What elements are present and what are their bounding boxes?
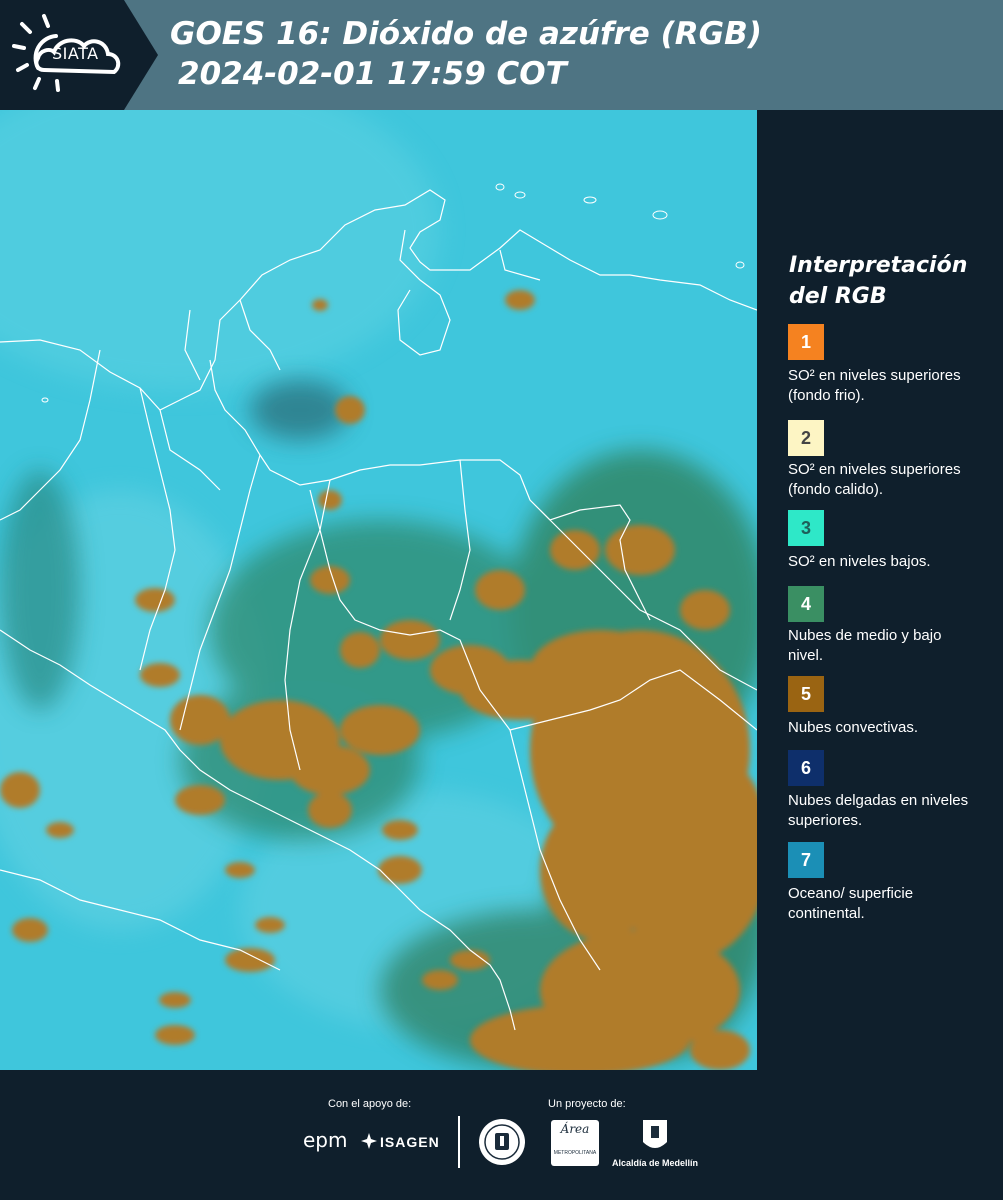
legend-label: Oceano/ superficie continental.	[788, 885, 914, 922]
legend-label: SO² en niveles superiores (fondo calido)…	[788, 461, 961, 498]
legend-label: Nubes convectivas.	[788, 719, 919, 736]
page-title: GOES 16: Dióxido de azúfre (RGB)	[170, 16, 762, 52]
epm-logo[interactable]: epm	[303, 1128, 347, 1152]
area-metropolitana-subtext: METROPOLITANA	[553, 1150, 597, 1156]
legend-swatch: 6	[788, 750, 824, 786]
legend-swatch: 4	[788, 586, 824, 622]
medellin-seal-icon[interactable]	[478, 1118, 526, 1166]
legend-label: Nubes delgadas en niveles superiores.	[788, 792, 969, 829]
legend-title-line2: del RGB	[789, 284, 887, 309]
logo-text: SIATA	[52, 44, 99, 63]
legend-swatch: 1	[788, 324, 824, 360]
alcaldia-text: Alcaldía de Medellín	[612, 1158, 699, 1168]
legend-number: 6	[800, 757, 811, 778]
footer: Con el apoyo de: Un proyecto de: epm ISA…	[0, 1070, 1003, 1200]
legend-number: 1	[800, 331, 811, 352]
legend-swatch: 5	[788, 676, 824, 712]
legend-number: 4	[800, 593, 811, 614]
legend-swatch: 2	[788, 420, 824, 456]
project-label: Un proyecto de:	[548, 1098, 626, 1110]
area-metropolitana-text: Área	[560, 1122, 590, 1136]
legend-number: 5	[800, 683, 811, 704]
page-timestamp: 2024-02-01 17:59 COT	[178, 56, 567, 92]
isagen-logo[interactable]: ISAGEN	[380, 1134, 440, 1150]
siata-logo[interactable]: SIATA	[0, 0, 158, 110]
legend-number: 3	[800, 517, 811, 538]
legend-label: Nubes de medio y bajo nivel.	[788, 627, 942, 664]
legend-number: 7	[800, 849, 811, 870]
legend-number: 2	[800, 427, 811, 448]
legend-label: SO² en niveles superiores (fondo frio).	[788, 367, 961, 404]
header-bar: SIATA GOES 16: Dióxido de azúfre (RGB) 2…	[0, 0, 1003, 110]
satellite-map[interactable]	[0, 110, 757, 1070]
satellite-rgb-image	[0, 110, 757, 1070]
legend-swatch: 7	[788, 842, 824, 878]
support-label: Con el apoyo de:	[328, 1098, 412, 1110]
legend-title: Interpretación del RGB	[789, 250, 989, 312]
alcaldia-shield-icon[interactable]	[641, 1118, 669, 1154]
legend-panel: Interpretación del RGB 1 SO² en niveles …	[757, 110, 1003, 1070]
isagen-icon	[361, 1133, 377, 1149]
legend-label: SO² en niveles bajos.	[788, 553, 931, 570]
legend-swatch: 3	[788, 510, 824, 546]
footer-divider	[458, 1116, 460, 1168]
legend-title-line1: Interpretación	[789, 253, 968, 278]
